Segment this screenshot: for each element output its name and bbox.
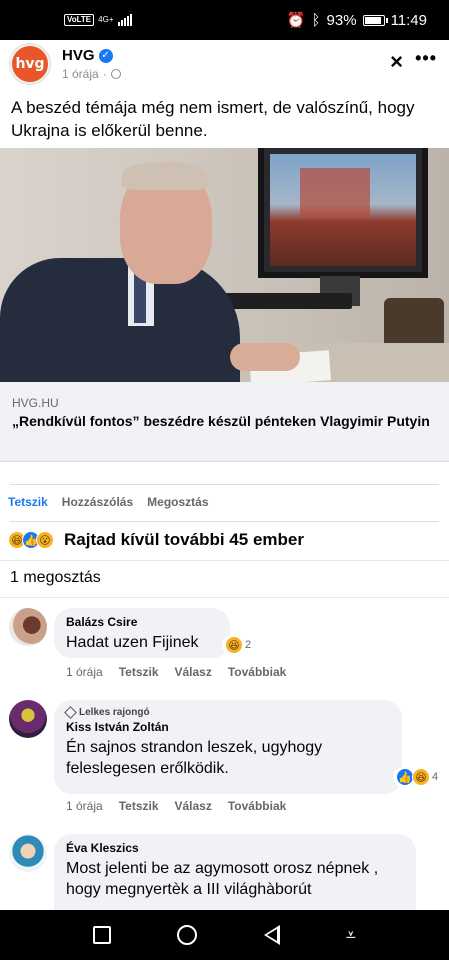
divider [0,597,449,598]
person-body [0,258,240,382]
bluetooth-icon: ᛒ [311,11,321,29]
comment-meta: 1 órája Tetszik Válasz Továbbiak [66,799,286,813]
comment-reactions[interactable]: 👍 😆 4 [393,767,442,787]
comment-reaction-count: 4 [432,771,439,783]
comment-author[interactable]: Kiss István Zoltán [66,720,390,734]
fan-badge: Lelkes rajongó [64,706,390,719]
page-avatar[interactable]: hvg [10,44,50,84]
page-name-row: HVG ✓ [62,47,113,64]
close-icon[interactable]: × [390,49,403,75]
globe-icon [110,69,121,79]
comment-reply-button[interactable]: Válasz [175,799,212,813]
comment-reactions[interactable]: 😆 2 [222,635,255,655]
divider [0,560,449,561]
comment-text: Hadat uzen Fijinek [66,634,199,651]
link-preview[interactable]: HVG.HU „Rendkívül fontos” beszédre készü… [0,382,449,462]
avatar[interactable] [9,834,47,872]
link-title: „Rendkívül fontos” beszédre készül pénte… [12,413,430,429]
comment-more-button[interactable]: Továbbiak [228,665,286,679]
alarm-icon: ⏰ [286,12,306,29]
link-domain: HVG.HU [12,396,59,410]
post-text: A beszéd témája még nem ismert, de valós… [11,98,415,140]
comment-meta: 1 órája Tetszik Válasz Továbbiak [66,665,286,679]
signal-icon [117,14,132,26]
comment-text: Én sajnos strandon leszek, ugyhogy feles… [66,739,323,777]
battery-percent: 93% [326,11,357,29]
reactions-text: Rajtad kívül további 45 ember [64,530,304,549]
shares-count[interactable]: 1 megosztás [10,569,101,587]
volte-icon: VoLTE [64,14,95,26]
battery-fill [364,16,382,24]
comment-time[interactable]: 1 órája [66,799,103,813]
comment-bubble: Balázs Csire Hadat uzen Fijinek [54,608,230,658]
status-bar: VoLTE 4G+ ⏰ ᛒ 93% 11:49 [0,0,449,40]
haha-reaction-icon: 😆 [225,636,243,654]
monitor-screen [270,154,416,266]
monitor [258,148,428,278]
fan-badge-label: Lelkes rajongó [79,707,150,718]
hand [230,343,300,371]
home-icon[interactable] [177,925,198,945]
haha-reaction-icon: 😆 [412,768,430,786]
comment-button[interactable]: Hozzászólás [62,495,133,509]
share-button[interactable]: Megosztás [147,495,208,509]
comment-like-button[interactable]: Tetszik [119,665,159,679]
comment-author[interactable]: Balázs Csire [66,615,218,629]
avatar[interactable] [9,608,47,646]
separator: · [102,67,107,81]
comment-text: Most jelenti be az agymosott orosz népne… [66,860,379,898]
post-image[interactable] [0,148,449,382]
notification-shade-icon[interactable]: ⩡ [346,926,356,944]
reaction-icons: 😆 👍 😮 [8,531,54,549]
battery-icon [362,14,388,26]
comment-like-button[interactable]: Tetszik [119,799,159,813]
comment-author[interactable]: Éva Kleszics [66,841,404,855]
recents-icon[interactable] [93,926,112,944]
comment-bubble: Lelkes rajongó Kiss István Zoltán Én saj… [54,700,402,794]
verified-badge-icon: ✓ [98,48,113,63]
comment-reaction-count: 2 [245,639,252,651]
page-name[interactable]: HVG [62,47,95,64]
divider [10,521,439,522]
comment-reply-button[interactable]: Válasz [175,665,212,679]
status-left: VoLTE 4G+ [64,14,132,26]
post-header: hvg HVG ✓ 1 órája · × ••• [0,40,449,90]
network-type: 4G+ [98,15,114,24]
back-icon[interactable] [263,925,280,945]
reactions-summary[interactable]: 😆 👍 😮 Rajtad kívül további 45 ember [8,530,304,550]
clock: 11:49 [390,11,427,29]
comment-more-button[interactable]: Továbbiak [228,799,286,813]
post-actions: Tetszik Hozzászólás Megosztás [8,495,209,509]
keyboard [222,293,352,309]
divider [10,484,439,485]
post-timestamp-row: 1 órája · [62,67,121,81]
like-button[interactable]: Tetszik [8,495,48,509]
more-options-icon[interactable]: ••• [415,48,437,69]
wow-reaction-icon: 😮 [36,531,54,549]
comment-time[interactable]: 1 órája [66,665,103,679]
person-hair [122,162,208,190]
system-nav-bar: ⩡ [0,910,449,960]
screen: VoLTE 4G+ ⏰ ᛒ 93% 11:49 hvg HVG ✓ 1 óráj… [0,0,449,960]
post-timestamp[interactable]: 1 órája [62,67,99,81]
status-right: ⏰ ᛒ 93% 11:49 [286,11,427,30]
diamond-icon [64,706,77,719]
avatar[interactable] [9,700,47,738]
